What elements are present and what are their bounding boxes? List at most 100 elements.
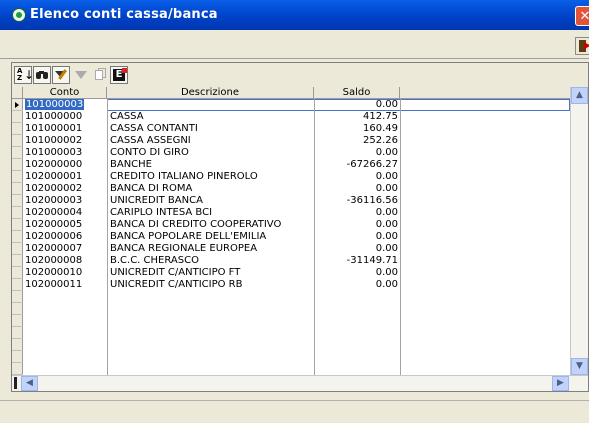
chevron-left-icon: ◀	[26, 378, 33, 388]
cell-descrizione[interactable]: UNICREDIT C/ANTICIPO FT	[107, 267, 314, 279]
cell-conto[interactable]: 102000006	[23, 231, 107, 243]
app-icon	[12, 8, 26, 22]
cell-conto-text: 102000001	[25, 171, 83, 182]
table-row[interactable]: 102000001 CREDITO ITALIANO PINEROLO 0.00	[12, 171, 570, 183]
cell-conto[interactable]: 102000002	[23, 183, 107, 195]
edit-filter-button[interactable]	[52, 66, 70, 84]
cell-conto[interactable]: 102000003	[23, 195, 107, 207]
column-header-descrizione[interactable]: Descrizione	[107, 87, 314, 99]
copy-button[interactable]	[91, 66, 109, 84]
table-row[interactable]: 101000000 CASSA 412.75	[12, 111, 570, 123]
table-row[interactable]: 101000001 CASSA CONTANTI 160.49	[12, 123, 570, 135]
cell-conto[interactable]: 101000003	[23, 99, 107, 111]
table-row[interactable]: 102000006 BANCA POPOLARE DELL'EMILIA 0.00	[12, 231, 570, 243]
table-row[interactable]: 102000000 BANCHE -67266.27	[12, 159, 570, 171]
cell-saldo[interactable]: 252.26	[314, 135, 400, 147]
cell-descrizione[interactable]: CONTO DI GIRO	[107, 147, 314, 159]
cell-saldo[interactable]: 0.00	[314, 171, 400, 183]
scroll-up-button[interactable]: ▲	[571, 87, 588, 104]
close-button[interactable]: ✕	[575, 6, 589, 26]
cell-conto-text: 102000002	[25, 183, 83, 194]
cell-conto-text: 102000003	[25, 195, 83, 206]
column-header-saldo[interactable]: Saldo	[314, 87, 400, 99]
column-header-empty	[400, 87, 570, 99]
table-row[interactable]: 101000002 CASSA ASSEGNI 252.26	[12, 135, 570, 147]
scroll-left-button[interactable]: ◀	[21, 376, 38, 391]
cell-saldo[interactable]: 0.00	[314, 243, 400, 255]
cell-saldo[interactable]: 0.00	[314, 207, 400, 219]
cell-saldo[interactable]: 160.49	[314, 123, 400, 135]
chevron-right-icon: ▶	[557, 378, 564, 388]
cell-saldo[interactable]: -31149.71	[314, 255, 400, 267]
cell-conto[interactable]: 102000010	[23, 267, 107, 279]
cell-saldo[interactable]: 0.00	[314, 219, 400, 231]
cell-conto-text: 102000011	[25, 279, 83, 290]
table-row[interactable]: 102000008 B.C.C. CHERASCO -31149.71	[12, 255, 570, 267]
divider	[0, 58, 589, 59]
table-row[interactable]: 102000010 UNICREDIT C/ANTICIPO FT 0.00	[12, 267, 570, 279]
cell-conto-text: 101000003	[25, 147, 83, 158]
selection-outline	[107, 99, 570, 111]
table-row[interactable]: 101000003 0.00	[12, 99, 570, 111]
cell-saldo[interactable]: 0.00	[314, 147, 400, 159]
cell-descrizione[interactable]: BANCHE	[107, 159, 314, 171]
excel-export-button[interactable]: E	[110, 66, 128, 84]
search-button[interactable]	[33, 66, 51, 84]
empty-row	[12, 327, 570, 339]
cell-conto[interactable]: 102000005	[23, 219, 107, 231]
cell-conto[interactable]: 102000007	[23, 243, 107, 255]
scroll-right-button[interactable]: ▶	[552, 376, 569, 391]
cell-saldo[interactable]: -67266.27	[314, 159, 400, 171]
cell-saldo[interactable]: 0.00	[314, 267, 400, 279]
table-row[interactable]: 101000003 CONTO DI GIRO 0.00	[12, 147, 570, 159]
table-row[interactable]: 102000003 UNICREDIT BANCA -36116.56	[12, 195, 570, 207]
table-row[interactable]: 102000011 UNICREDIT C/ANTICIPO RB 0.00	[12, 279, 570, 291]
cell-descrizione[interactable]: CREDITO ITALIANO PINEROLO	[107, 171, 314, 183]
cell-conto[interactable]: 102000011	[23, 279, 107, 291]
horizontal-scrollbar[interactable]: ◀ ▶	[12, 375, 588, 391]
cell-descrizione[interactable]: CASSA ASSEGNI	[107, 135, 314, 147]
filter-button[interactable]	[72, 66, 90, 84]
grid-toolbar: A Z ↓ E	[12, 63, 588, 88]
row-indicator-header	[12, 87, 23, 99]
sort-button[interactable]: A Z ↓	[14, 66, 34, 84]
cell-descrizione[interactable]: UNICREDIT BANCA	[107, 195, 314, 207]
cell-conto[interactable]: 102000001	[23, 171, 107, 183]
close-icon: ✕	[579, 9, 589, 24]
cell-saldo[interactable]: 0.00	[314, 231, 400, 243]
cell-saldo[interactable]: 0.00	[314, 183, 400, 195]
cell-conto[interactable]: 101000000	[23, 111, 107, 123]
cell-conto[interactable]: 102000004	[23, 207, 107, 219]
cell-descrizione[interactable]: CASSA CONTANTI	[107, 123, 314, 135]
cell-conto[interactable]: 102000000	[23, 159, 107, 171]
cell-descrizione[interactable]: BANCA DI ROMA	[107, 183, 314, 195]
cell-descrizione[interactable]: BANCA REGIONALE EUROPEA	[107, 243, 314, 255]
scroll-down-button[interactable]: ▼	[571, 358, 588, 375]
window: Elenco conti cassa/banca ✕ ▶ A Z ↓ E Con…	[0, 0, 589, 423]
table-row[interactable]: 102000002 BANCA DI ROMA 0.00	[12, 183, 570, 195]
table-row[interactable]: 102000007 BANCA REGIONALE EUROPEA 0.00	[12, 243, 570, 255]
cell-conto-text: 101000003	[25, 99, 85, 110]
cell-descrizione[interactable]: CASSA	[107, 111, 314, 123]
cell-saldo[interactable]: 412.75	[314, 111, 400, 123]
table-row[interactable]: 102000004 CARIPLO INTESA BCI 0.00	[12, 207, 570, 219]
horizontal-scroll-thumb[interactable]	[14, 377, 17, 389]
cell-saldo[interactable]: 0.00	[314, 279, 400, 291]
cell-descrizione[interactable]: CARIPLO INTESA BCI	[107, 207, 314, 219]
column-header-conto[interactable]: Conto	[23, 87, 107, 99]
cell-descrizione[interactable]: BANCA DI CREDITO COOPERATIVO	[107, 219, 314, 231]
cell-descrizione[interactable]: UNICREDIT C/ANTICIPO RB	[107, 279, 314, 291]
exit-button[interactable]: ▶	[575, 37, 589, 55]
cell-conto[interactable]: 101000002	[23, 135, 107, 147]
table-row[interactable]: 102000005 BANCA DI CREDITO COOPERATIVO 0.0…	[12, 219, 570, 231]
cell-saldo[interactable]: -36116.56	[314, 195, 400, 207]
cell-conto[interactable]: 101000003	[23, 147, 107, 159]
cell-descrizione[interactable]: BANCA POPOLARE DELL'EMILIA	[107, 231, 314, 243]
cell-conto[interactable]: 102000008	[23, 255, 107, 267]
exit-arrow-icon: ▶	[584, 41, 589, 51]
cell-conto[interactable]: 101000001	[23, 123, 107, 135]
cell-conto-text: 101000001	[25, 123, 83, 134]
cell-descrizione[interactable]: B.C.C. CHERASCO	[107, 255, 314, 267]
cell-conto-text: 102000007	[25, 243, 83, 254]
vertical-scrollbar[interactable]: ▲ ▼	[570, 87, 588, 375]
